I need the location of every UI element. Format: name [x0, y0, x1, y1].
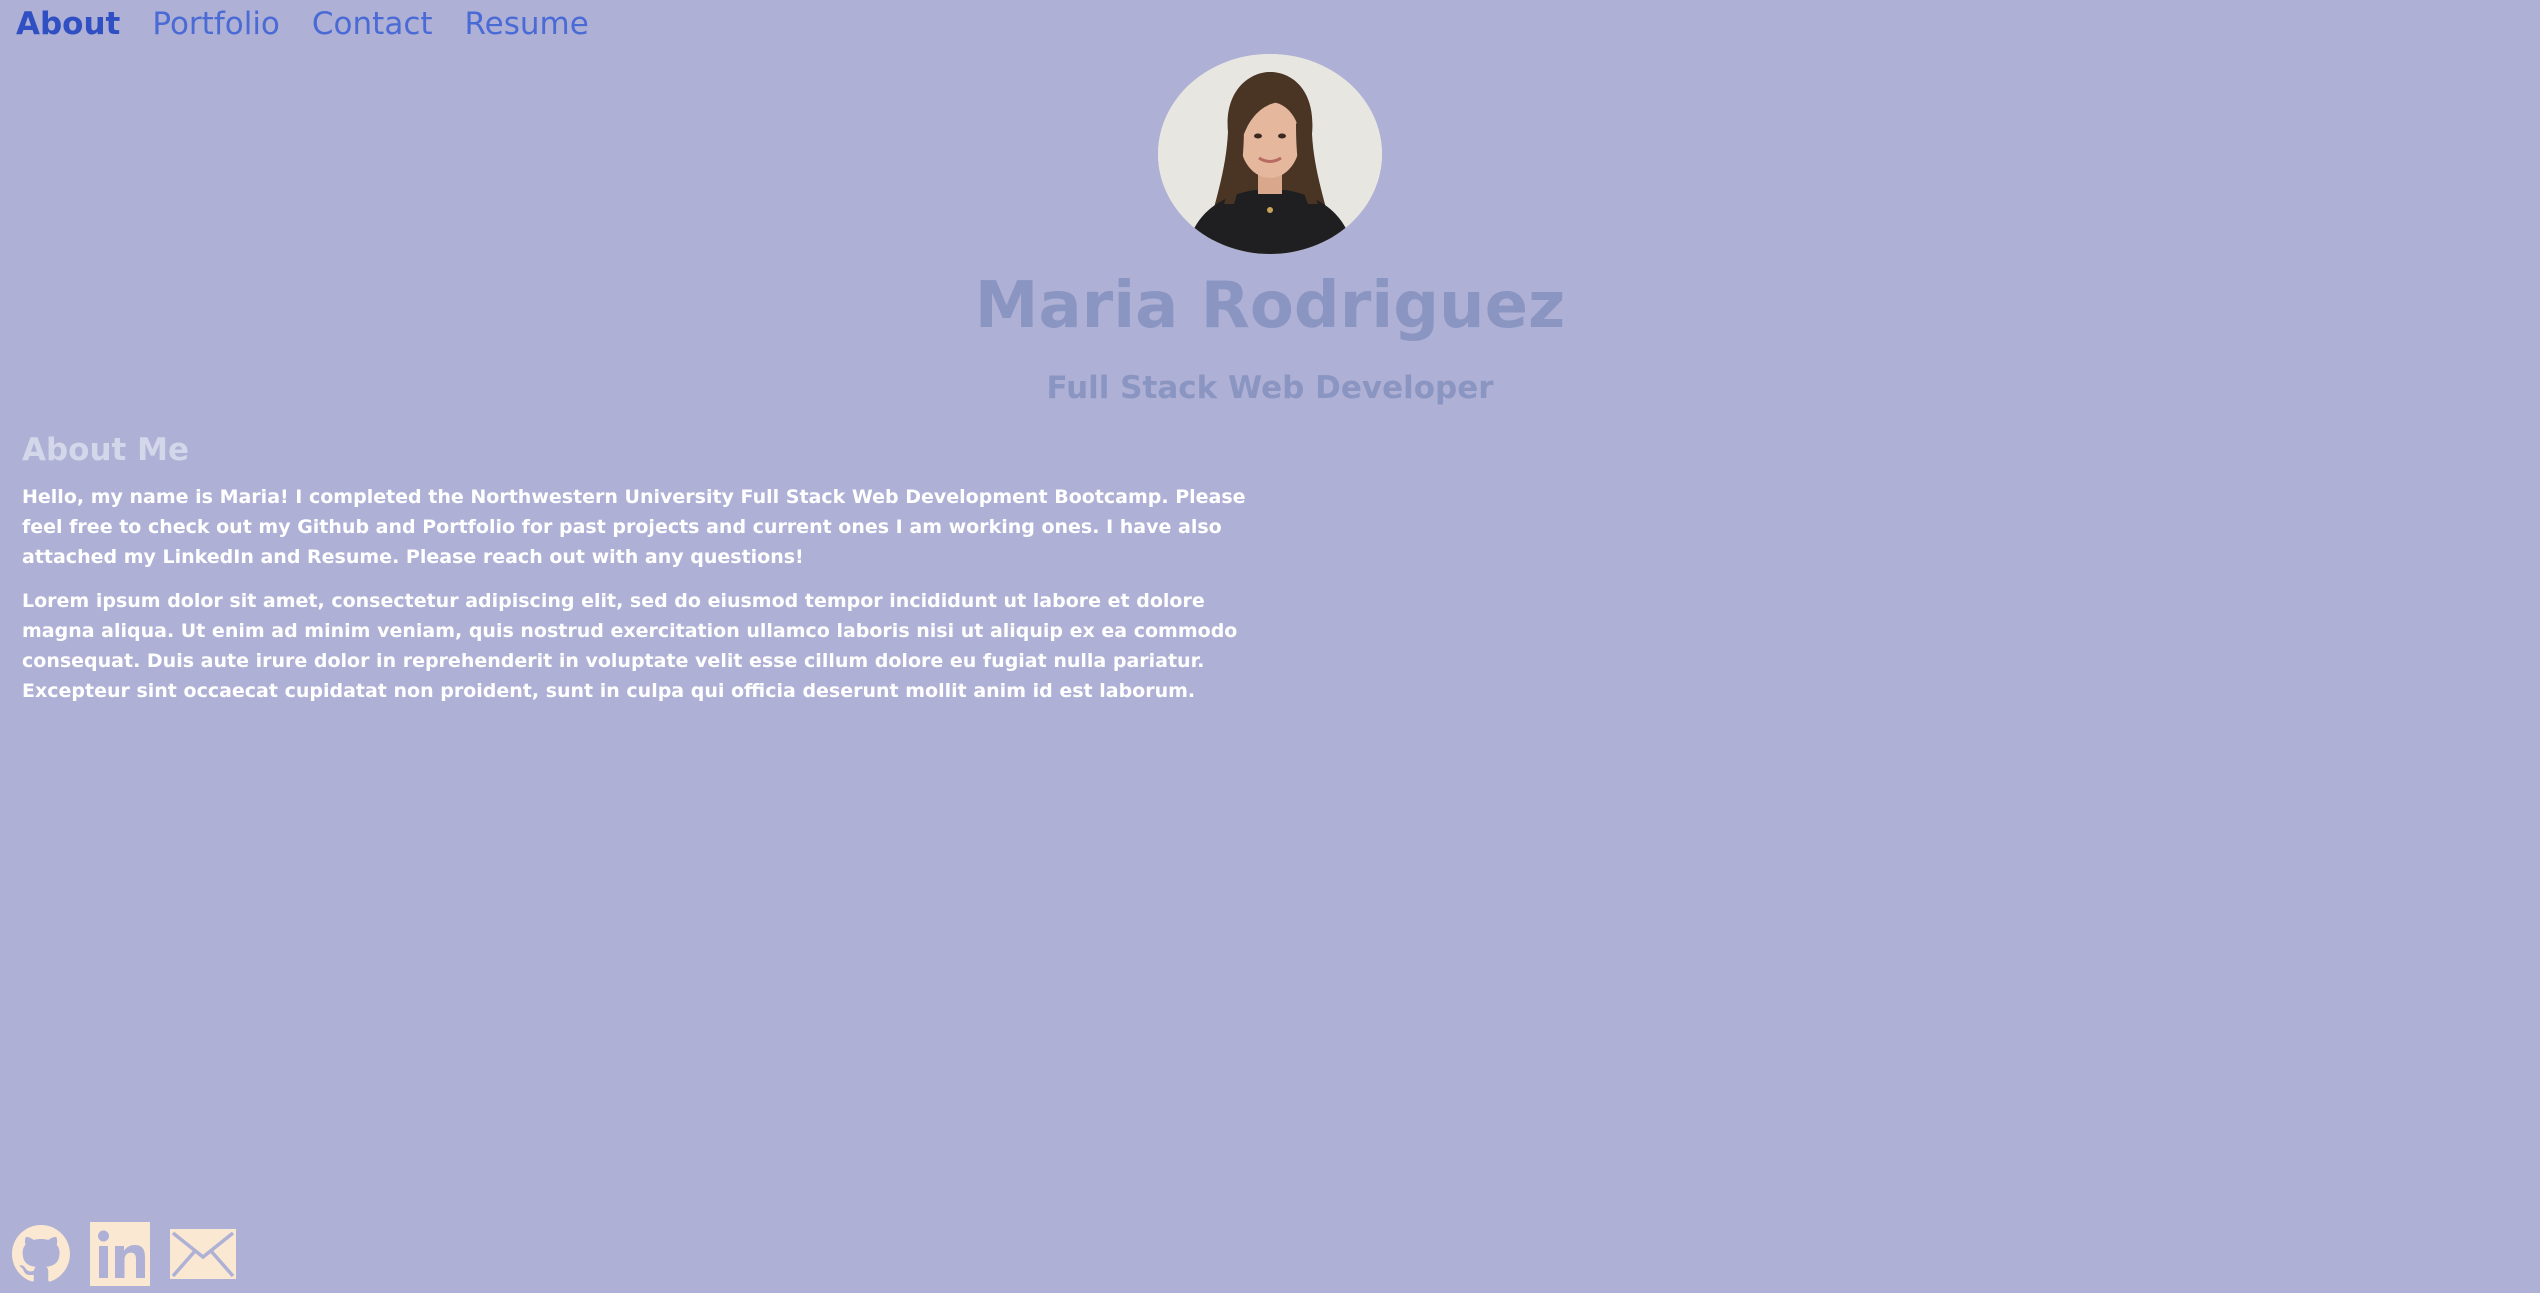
about-paragraph-lorem: Lorem ipsum dolor sit amet, consectetur … — [22, 590, 1238, 702]
profile-name: Maria Rodriguez — [974, 269, 1566, 343]
hero-section: Maria Rodriguez Full Stack Web Developer — [0, 54, 2540, 408]
linkedin-icon — [90, 1222, 150, 1286]
nav-link-resume[interactable]: Resume — [465, 8, 589, 40]
social-links — [12, 1222, 236, 1286]
nav-link-contact[interactable]: Contact — [312, 8, 433, 40]
email-link[interactable] — [170, 1229, 236, 1279]
github-link[interactable] — [12, 1225, 70, 1283]
linkedin-link[interactable] — [90, 1222, 150, 1286]
nav-link-portfolio[interactable]: Portfolio — [152, 8, 280, 40]
profile-title: Full Stack Web Developer — [1046, 370, 1494, 406]
about-heading: About Me — [22, 432, 190, 468]
about-paragraph-intro: Hello, my name is Maria! I completed the… — [22, 486, 1246, 568]
main-nav: About Portfolio Contact Resume — [16, 0, 589, 48]
nav-link-about[interactable]: About — [16, 8, 120, 40]
mail-icon — [170, 1229, 236, 1279]
about-section: About Me Hello, my name is Maria! I comp… — [22, 428, 1272, 720]
profile-photo — [1158, 54, 1382, 254]
profile-photo-illustration — [1158, 54, 1382, 254]
github-icon — [12, 1225, 70, 1282]
